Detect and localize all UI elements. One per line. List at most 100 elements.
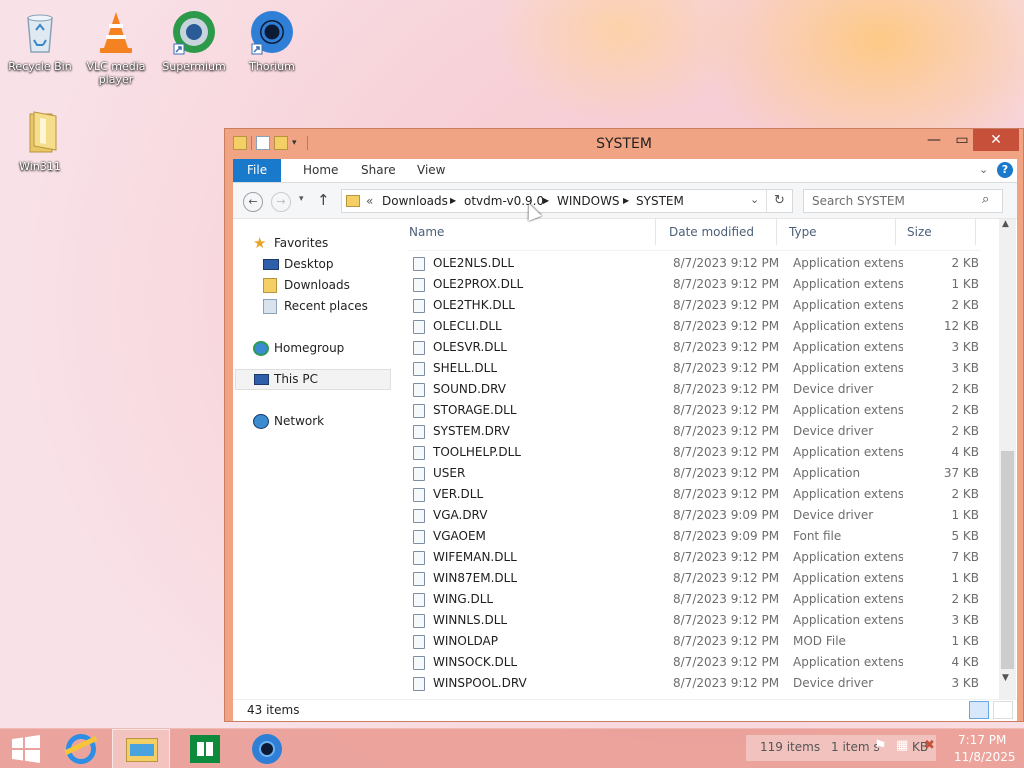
tab-home[interactable]: Home — [289, 159, 352, 182]
desktop-icon-vlc[interactable]: VLC media player — [78, 8, 154, 86]
minimize-button[interactable]: — — [919, 129, 949, 151]
desktop-icon-thorium[interactable]: Thorium — [234, 8, 310, 73]
file-date: 8/7/2023 9:12 PM — [673, 319, 780, 333]
flag-icon[interactable]: ⚑ — [874, 738, 887, 754]
file-row[interactable]: WINOLDAP 8/7/2023 9:12 PM MOD File 1 KB — [409, 631, 981, 652]
file-date: 8/7/2023 9:12 PM — [673, 340, 780, 354]
breadcrumb-separator-icon[interactable]: ▶ — [623, 196, 629, 205]
file-type: Application extens... — [793, 445, 903, 459]
large-icons-view-icon[interactable] — [993, 701, 1013, 719]
file-name: VER.DLL — [433, 487, 484, 501]
address-history-icon[interactable]: ⌄ — [750, 193, 759, 206]
file-row[interactable]: OLESVR.DLL 8/7/2023 9:12 PM Application ex… — [409, 337, 981, 358]
nav-desktop[interactable]: Desktop — [233, 254, 399, 275]
search-icon[interactable]: ⌕ — [982, 192, 989, 207]
scroll-down-icon[interactable]: ▼ — [1002, 673, 1009, 683]
scroll-up-icon[interactable]: ▲ — [1002, 219, 1009, 229]
status-bar: 43 items — [233, 699, 1017, 721]
clock-date[interactable]: 11/8/2025 — [954, 750, 1016, 764]
file-row[interactable]: WING.DLL 8/7/2023 9:12 PM Application exte… — [409, 589, 981, 610]
vertical-scrollbar[interactable]: ▲ ▼ — [999, 219, 1016, 699]
file-size: 2 KB — [951, 298, 979, 312]
file-row[interactable]: WINSOCK.DLL 8/7/2023 9:12 PM Application e… — [409, 652, 981, 673]
file-icon — [413, 467, 425, 481]
network-icon[interactable]: ▦ — [896, 738, 908, 753]
tab-share[interactable]: Share — [347, 159, 410, 182]
file-name: WINSPOOL.DRV — [433, 676, 527, 690]
start-button[interactable] — [0, 729, 58, 768]
file-row[interactable]: USER 8/7/2023 9:12 PM Application 37 KB — [409, 463, 981, 484]
file-row[interactable]: STORAGE.DLL 8/7/2023 9:12 PM Application e… — [409, 400, 981, 421]
breadcrumb-overflow[interactable]: « — [366, 194, 373, 208]
file-date: 8/7/2023 9:12 PM — [673, 361, 780, 375]
desktop-icon-label: Recycle Bin — [8, 60, 72, 73]
breadcrumb-separator-icon[interactable]: ▶ — [543, 196, 549, 205]
help-icon[interactable]: ? — [997, 162, 1013, 178]
search-input[interactable]: Search SYSTEM ⌕ — [803, 189, 1003, 213]
file-row[interactable]: VGAOEM 8/7/2023 9:09 PM Font file 5 KB — [409, 526, 981, 547]
nav-label: Downloads — [284, 278, 350, 292]
column-header-name[interactable]: Name — [409, 219, 444, 245]
clock-time[interactable]: 7:17 PM — [958, 733, 1006, 747]
file-row[interactable]: SYSTEM.DRV 8/7/2023 9:12 PM Device driver 2… — [409, 421, 981, 442]
file-icon — [413, 551, 425, 565]
file-date: 8/7/2023 9:12 PM — [673, 256, 780, 270]
title-bar[interactable]: ▾ SYSTEM — ▭ ✕ — [225, 129, 1023, 159]
breadcrumb-windows[interactable]: WINDOWS — [557, 194, 620, 208]
file-date: 8/7/2023 9:12 PM — [673, 466, 780, 480]
column-header-size[interactable]: Size — [907, 219, 932, 245]
file-row[interactable]: OLE2THK.DLL 8/7/2023 9:12 PM Application e… — [409, 295, 981, 316]
close-button[interactable]: ✕ — [973, 129, 1019, 151]
thorium-icon[interactable] — [238, 729, 296, 768]
recent-locations-icon[interactable]: ▾ — [299, 194, 304, 204]
column-header-date[interactable]: Date modified — [669, 219, 754, 245]
nav-favorites[interactable]: ★ Favorites — [233, 233, 399, 254]
desktop-icon-win311[interactable]: Win311 — [2, 108, 78, 173]
forward-button[interactable]: → — [271, 192, 291, 212]
file-row[interactable]: OLE2PROX.DLL 8/7/2023 9:12 PM Application … — [409, 274, 981, 295]
address-field[interactable]: « Downloads ▶ otvdm-v0.9.0 ▶ WINDOWS ▶ S… — [341, 189, 793, 213]
nav-network[interactable]: Network — [233, 411, 399, 432]
file-row[interactable]: WINNLS.DLL 8/7/2023 9:12 PM Application ex… — [409, 610, 981, 631]
file-date: 8/7/2023 9:12 PM — [673, 424, 780, 438]
nav-homegroup[interactable]: Homegroup — [233, 338, 399, 359]
file-row[interactable]: VGA.DRV 8/7/2023 9:09 PM Device driver 1 KB — [409, 505, 981, 526]
details-view-icon[interactable] — [969, 701, 989, 719]
system-tray: 119 items 1 item s ⚑ ▦ KB ✖ 7:17 PM 11/8… — [740, 729, 1024, 768]
breadcrumb-separator-icon[interactable]: ▶ — [450, 196, 456, 205]
file-row[interactable]: WINSPOOL.DRV 8/7/2023 9:12 PM Device drive… — [409, 673, 981, 694]
back-button[interactable]: ← — [243, 192, 263, 212]
file-row[interactable]: SHELL.DLL 8/7/2023 9:12 PM Application ext… — [409, 358, 981, 379]
file-name: TOOLHELP.DLL — [433, 445, 521, 459]
refresh-icon[interactable]: ↻ — [774, 193, 785, 208]
tab-file[interactable]: File — [233, 159, 282, 182]
file-date: 8/7/2023 9:12 PM — [673, 403, 780, 417]
desktop-icon-recycle-bin[interactable]: Recycle Bin — [2, 8, 78, 73]
breadcrumb-downloads[interactable]: Downloads — [382, 194, 448, 208]
file-row[interactable]: VER.DLL 8/7/2023 9:12 PM Application exten… — [409, 484, 981, 505]
nav-recent-places[interactable]: Recent places — [233, 296, 399, 317]
file-row[interactable]: SOUND.DRV 8/7/2023 9:12 PM Device driver 2 … — [409, 379, 981, 400]
recent-places-icon — [263, 299, 277, 314]
file-row[interactable]: OLECLI.DLL 8/7/2023 9:12 PM Application ex… — [409, 316, 981, 337]
nav-downloads[interactable]: Downloads — [233, 275, 399, 296]
expand-ribbon-icon[interactable]: ⌄ — [979, 163, 988, 176]
column-header-type[interactable]: Type — [789, 219, 817, 245]
file-size: 5 KB — [951, 529, 979, 543]
desktop-icon-supermium[interactable]: Supermium — [156, 8, 232, 73]
file-row[interactable]: WIFEMAN.DLL 8/7/2023 9:12 PM Application e… — [409, 547, 981, 568]
up-button[interactable]: ↑ — [317, 191, 330, 209]
file-row[interactable]: TOOLHELP.DLL 8/7/2023 9:12 PM Application … — [409, 442, 981, 463]
nav-this-pc[interactable]: This PC — [235, 369, 391, 390]
file-name: OLECLI.DLL — [433, 319, 502, 333]
file-row[interactable]: OLE2NLS.DLL 8/7/2023 9:12 PM Application e… — [409, 253, 981, 274]
volume-muted-icon[interactable]: ✖ — [924, 738, 935, 753]
file-explorer-icon[interactable] — [112, 729, 170, 768]
tab-view[interactable]: View — [403, 159, 459, 182]
scroll-thumb[interactable] — [1001, 451, 1014, 669]
file-row[interactable]: WIN87EM.DLL 8/7/2023 9:12 PM Application e… — [409, 568, 981, 589]
file-type: Application extens... — [793, 403, 903, 417]
breadcrumb-system[interactable]: SYSTEM — [636, 194, 684, 208]
store-icon[interactable] — [176, 729, 234, 768]
internet-explorer-icon[interactable] — [52, 729, 110, 768]
